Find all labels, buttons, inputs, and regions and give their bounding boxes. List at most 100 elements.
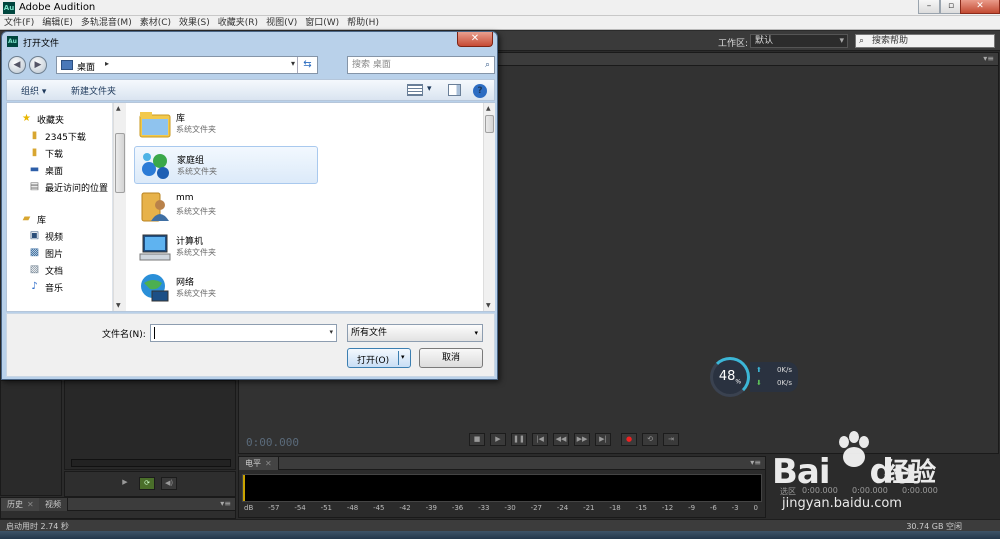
stop-icon[interactable]: ■	[469, 433, 485, 446]
record-icon[interactable]: ●	[621, 433, 637, 446]
file-type: 系统文件夹	[176, 248, 216, 257]
dialog-close-button[interactable]: ✕	[457, 32, 493, 47]
close-icon[interactable]: ✕	[265, 459, 272, 468]
nav-item-label: 2345下载	[45, 133, 86, 143]
chevron-down-icon[interactable]: ▾	[329, 328, 333, 336]
file-item-homegroup[interactable]: 家庭组 系统文件夹	[134, 146, 318, 184]
nav-item-documents[interactable]: ▧ 文档	[7, 262, 113, 278]
nav-item-pictures[interactable]: ▩ 图片	[7, 245, 113, 261]
nav-item-2345[interactable]: ▮ 2345下载	[7, 128, 113, 144]
network-speed-widget[interactable]: 48% ⬆ 0K/s ⬇ 0K/s	[710, 357, 798, 397]
meter-tick-label: -48	[346, 504, 359, 512]
rewind-icon[interactable]: ◀◀	[553, 433, 569, 446]
menu-window[interactable]: 窗口(W)	[301, 16, 343, 29]
preview-pane-icon[interactable]	[448, 84, 461, 96]
file-name: 计算机	[176, 237, 204, 247]
play-icon[interactable]: ▶	[117, 477, 133, 490]
file-type: 系统文件夹	[176, 289, 216, 298]
dialog-title: 打开文件	[23, 39, 60, 49]
tab-level[interactable]: 电平 ✕	[239, 457, 279, 470]
menu-view[interactable]: 视图(V)	[262, 16, 301, 29]
chevron-down-icon[interactable]: ▾	[401, 353, 405, 361]
speaker-icon[interactable]: ◀)	[161, 477, 177, 490]
folder-search-input[interactable]: 搜索 桌面 ⌕	[347, 56, 495, 74]
file-scroll-thumb[interactable]	[485, 115, 494, 133]
chevron-down-icon[interactable]: ▾	[427, 84, 432, 94]
nav-item-desktop[interactable]: ▬ 桌面	[7, 162, 113, 178]
loop-icon[interactable]: ⟳	[139, 477, 155, 490]
menu-effects[interactable]: 效果(S)	[175, 16, 214, 29]
go-start-icon[interactable]: |◀	[532, 433, 548, 446]
tab-history[interactable]: 历史 ✕	[1, 498, 41, 511]
nav-favorites[interactable]: ★ 收藏夹	[7, 111, 113, 127]
scroll-up-icon[interactable]: ▲	[116, 105, 121, 112]
menu-file[interactable]: 文件(F)	[0, 16, 38, 29]
scroll-up-icon[interactable]: ▲	[486, 105, 491, 112]
chevron-down-icon[interactable]: ▾	[291, 59, 295, 68]
history-panel: 历史 ✕ 视频 ▾≡	[0, 497, 236, 519]
tab-video[interactable]: 视频	[39, 498, 68, 511]
file-list-scrollbar[interactable]: ▲ ▼	[483, 103, 495, 311]
back-button[interactable]: ◀	[8, 56, 26, 74]
folder-icon: ▮	[31, 130, 38, 141]
nav-item-videos[interactable]: ▣ 视频	[7, 228, 113, 244]
dialog-title-bar: Au 打开文件 ✕	[2, 32, 497, 52]
panel-menu-icon[interactable]: ▾≡	[220, 499, 231, 508]
watermark-url: jingyan.baidu.com	[782, 496, 902, 511]
pause-icon[interactable]: ❚❚	[511, 433, 527, 446]
forward-button[interactable]: ▶	[29, 56, 47, 74]
filetype-select[interactable]: 所有文件 ▾	[347, 324, 483, 342]
nav-item-downloads[interactable]: ▮ 下载	[7, 145, 113, 161]
workspace-select[interactable]: 默认 ▾	[750, 34, 848, 48]
help-icon[interactable]: ?	[473, 84, 487, 98]
nav-scroll-thumb[interactable]	[115, 133, 125, 193]
scroll-down-icon[interactable]: ▼	[486, 302, 491, 309]
nav-scrollbar[interactable]: ▲ ▼	[113, 103, 126, 311]
split-divider	[398, 351, 399, 365]
go-end-icon[interactable]: ▶|	[595, 433, 611, 446]
help-search-input[interactable]: ⌕ 搜索帮助	[855, 34, 995, 48]
panel-menu-icon[interactable]: ▾≡	[983, 54, 994, 63]
nav-item-recent[interactable]: ▤ 最近访问的位置	[7, 179, 113, 195]
fast-forward-icon[interactable]: ▶▶	[574, 433, 590, 446]
panel-menu-icon[interactable]: ▾≡	[750, 458, 761, 467]
nav-item-label: 最近访问的位置	[45, 184, 109, 194]
media-scrollbar[interactable]	[71, 459, 231, 467]
close-icon[interactable]: ✕	[27, 500, 34, 509]
nav-libraries[interactable]: ▰ 库	[7, 211, 113, 227]
close-button[interactable]: ✕	[960, 0, 1000, 14]
file-item-computer[interactable]: 计算机 系统文件夹	[134, 228, 318, 266]
scroll-down-icon[interactable]: ▼	[116, 302, 121, 309]
music-icon: ♪	[31, 281, 38, 292]
new-folder-button[interactable]: 新建文件夹	[71, 84, 116, 97]
recent-places-icon: ▤	[29, 181, 40, 192]
menu-edit[interactable]: 编辑(E)	[38, 16, 77, 29]
meter-tick-label: -45	[373, 504, 385, 512]
menu-favorites[interactable]: 收藏夹(R)	[214, 16, 262, 29]
refresh-icon[interactable]: ⇆	[297, 57, 317, 73]
play-icon[interactable]: ▶	[490, 433, 506, 446]
view-options-icon[interactable]	[407, 84, 423, 96]
menu-help[interactable]: 帮助(H)	[343, 16, 383, 29]
watermark-brand-1: Bai	[772, 452, 831, 492]
search-icon: ⌕	[484, 60, 490, 70]
file-item-network[interactable]: 网络 系统文件夹	[134, 269, 318, 307]
address-bar[interactable]: 桌面 ▸ ▾ ⇆	[56, 56, 318, 74]
nav-item-music[interactable]: ♪ 音乐	[7, 279, 113, 295]
loop-playback-icon[interactable]: ⟲	[642, 433, 658, 446]
organize-button[interactable]: 组织 ▾	[21, 84, 46, 97]
history-panel-header: 历史 ✕ 视频 ▾≡	[1, 498, 235, 511]
cancel-button[interactable]: 取消	[419, 348, 483, 368]
file-item-mm[interactable]: mm 系统文件夹	[134, 187, 318, 225]
menu-multitrack[interactable]: 多轨混音(M)	[77, 16, 136, 29]
pictures-icon: ▩	[29, 247, 40, 258]
open-button[interactable]: 打开(O) ▾	[347, 348, 411, 368]
dialog-toolbar: 组织 ▾ 新建文件夹 ▾ ?	[6, 79, 495, 101]
minimize-button[interactable]: –	[918, 0, 940, 14]
chevron-right-icon[interactable]: ▸	[105, 59, 109, 68]
file-item-library[interactable]: 库 系统文件夹	[134, 105, 318, 143]
skip-icon[interactable]: ⇥	[663, 433, 679, 446]
filename-input[interactable]: ▾	[150, 324, 337, 342]
menu-clip[interactable]: 素材(C)	[136, 16, 175, 29]
maximize-button[interactable]: ▫	[940, 0, 962, 14]
